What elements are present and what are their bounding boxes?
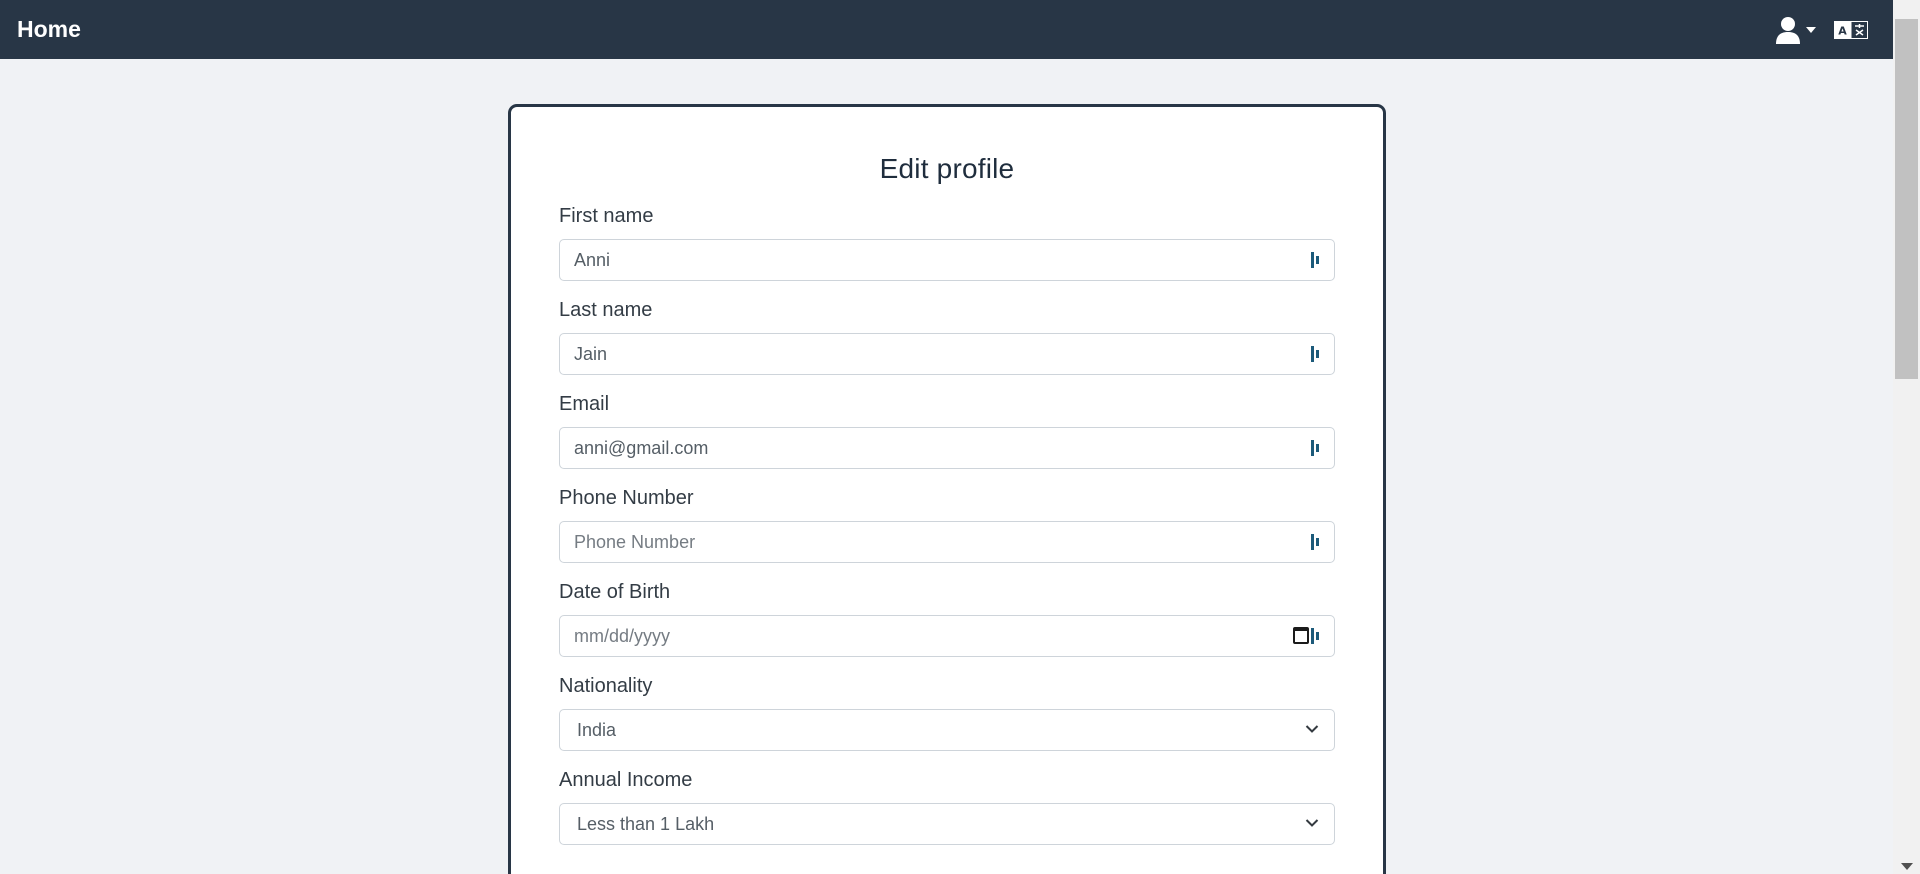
email-field: Email (559, 393, 1335, 469)
date-of-birth-input[interactable] (559, 615, 1335, 657)
first-name-label: First name (559, 205, 654, 227)
phone-number-field: Phone Number (559, 487, 1335, 563)
last-name-input[interactable] (559, 333, 1335, 375)
chevron-down-icon (1305, 725, 1319, 733)
first-name-field: First name (559, 205, 1335, 281)
nationality-field: Nationality India (559, 675, 1335, 751)
chevron-down-icon (1806, 26, 1816, 33)
last-name-label: Last name (559, 299, 653, 321)
password-manager-icon[interactable] (1311, 626, 1325, 646)
annual-income-field: Annual Income Less than 1 Lakh (559, 769, 1335, 845)
nationality-selected-value: India (577, 719, 617, 740)
annual-income-selected-value: Less than 1 Lakh (577, 813, 715, 834)
date-of-birth-label: Date of Birth (559, 581, 671, 603)
annual-income-label: Annual Income (559, 769, 693, 791)
phone-number-label: Phone Number (559, 487, 694, 509)
calendar-icon[interactable] (1293, 627, 1309, 644)
edit-profile-card: Edit profile First name Last name Email … (508, 104, 1386, 874)
nationality-label: Nationality (559, 675, 653, 697)
first-name-input[interactable] (559, 239, 1335, 281)
home-link[interactable]: Home (17, 16, 81, 43)
password-manager-icon[interactable] (1311, 344, 1325, 364)
email-label: Email (559, 393, 610, 415)
password-manager-icon[interactable] (1311, 250, 1325, 270)
last-name-field: Last name (559, 299, 1335, 375)
translate-icon[interactable]: A (1834, 20, 1868, 39)
page-scrollbar[interactable] (1893, 0, 1920, 874)
nationality-select[interactable]: India (559, 709, 1335, 751)
user-menu-dropdown[interactable] (1775, 16, 1816, 44)
password-manager-icon[interactable] (1311, 532, 1325, 552)
page-title: Edit profile (879, 153, 1015, 184)
user-icon (1776, 16, 1800, 44)
password-manager-icon[interactable] (1311, 438, 1325, 458)
date-of-birth-field: Date of Birth (559, 581, 1335, 657)
navbar-right-group: A (1775, 16, 1876, 44)
chevron-down-icon (1305, 819, 1319, 827)
email-input[interactable] (559, 427, 1335, 469)
svg-text:A: A (1838, 24, 1847, 37)
annual-income-select[interactable]: Less than 1 Lakh (559, 803, 1335, 845)
scrollbar-thumb[interactable] (1895, 19, 1918, 379)
top-navbar: Home A (0, 0, 1893, 59)
scroll-down-arrow-icon[interactable] (1901, 863, 1913, 870)
phone-number-input[interactable] (559, 521, 1335, 563)
